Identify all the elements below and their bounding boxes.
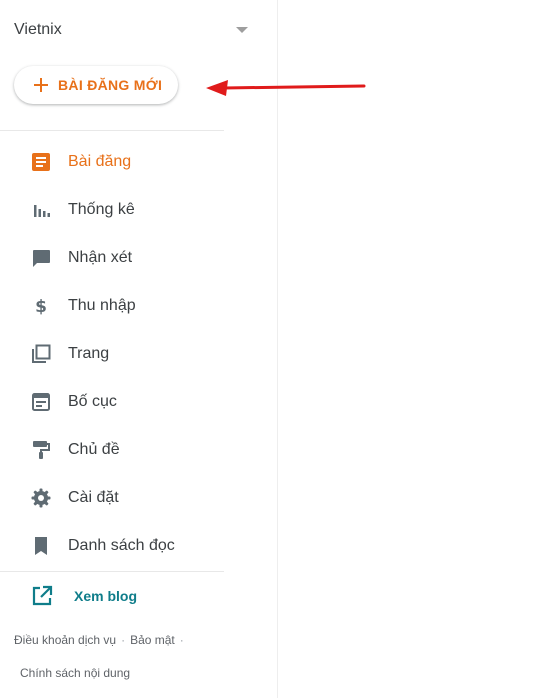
terms-link[interactable]: Điều khoản dịch vụ [14, 633, 116, 647]
sidebar-item-label: Bố cục [68, 393, 117, 410]
comments-icon [30, 247, 52, 269]
separator: · [179, 633, 184, 647]
sidebar-item-label: Chủ đề [68, 441, 120, 458]
blog-selector[interactable]: Vietnix [14, 14, 254, 46]
sidebar-item-label: Danh sách đọc [68, 537, 175, 554]
sidebar-item-label: Cài đặt [68, 489, 119, 506]
caret-down-icon [236, 27, 248, 33]
new-post-button[interactable]: BÀI ĐĂNG MỚI [14, 66, 178, 104]
divider [0, 130, 224, 131]
sidebar-item-label: Trang [68, 345, 110, 362]
stats-icon [30, 199, 52, 221]
sidebar-item-comments[interactable]: Nhận xét [0, 234, 224, 282]
dollar-icon: $ [30, 295, 52, 317]
svg-text:$: $ [35, 297, 47, 317]
bookmark-icon [30, 535, 52, 557]
sidebar-item-pages[interactable]: Trang [0, 330, 224, 378]
plus-icon [33, 77, 49, 93]
sidebar-item-settings[interactable]: Cài đặt [0, 474, 224, 522]
sidebar: Vietnix BÀI ĐĂNG MỚI Bài đăng Thống kê N… [0, 0, 278, 698]
sidebar-item-label: Bài đăng [68, 153, 132, 170]
sidebar-item-label: Nhận xét [68, 249, 133, 266]
sidebar-item-theme[interactable]: Chủ đề [0, 426, 224, 474]
annotation-arrow [206, 80, 366, 96]
privacy-link[interactable]: Bảo mật [130, 633, 175, 647]
open-in-new-icon [30, 584, 54, 608]
posts-icon [30, 151, 52, 173]
view-blog-link[interactable]: Xem blog [30, 582, 137, 610]
gear-icon [30, 487, 52, 509]
sidebar-item-earnings[interactable]: $ Thu nhập [0, 282, 224, 330]
view-blog-label: Xem blog [74, 588, 138, 604]
new-post-label: BÀI ĐĂNG MỚI [58, 77, 163, 93]
footer-links: Điều khoản dịch vụ · Bảo mật · Chính sách n… [14, 624, 214, 690]
sidebar-item-layout[interactable]: Bố cục [0, 378, 224, 426]
content-policy-link[interactable]: Chính sách nội dung [20, 666, 130, 680]
sidebar-item-stats[interactable]: Thống kê [0, 186, 224, 234]
sidebar-item-reading-list[interactable]: Danh sách đọc [0, 522, 224, 570]
blog-name: Vietnix [14, 21, 62, 38]
sidebar-nav: Bài đăng Thống kê Nhận xét $ Thu nhập Tr… [0, 138, 224, 570]
sidebar-item-posts[interactable]: Bài đăng [0, 138, 224, 186]
pages-icon [30, 343, 52, 365]
divider [0, 571, 224, 572]
paint-roller-icon [30, 439, 52, 461]
layout-icon [30, 391, 52, 413]
sidebar-item-label: Thu nhập [68, 297, 136, 314]
separator: · [121, 633, 126, 647]
sidebar-item-label: Thống kê [68, 201, 135, 218]
